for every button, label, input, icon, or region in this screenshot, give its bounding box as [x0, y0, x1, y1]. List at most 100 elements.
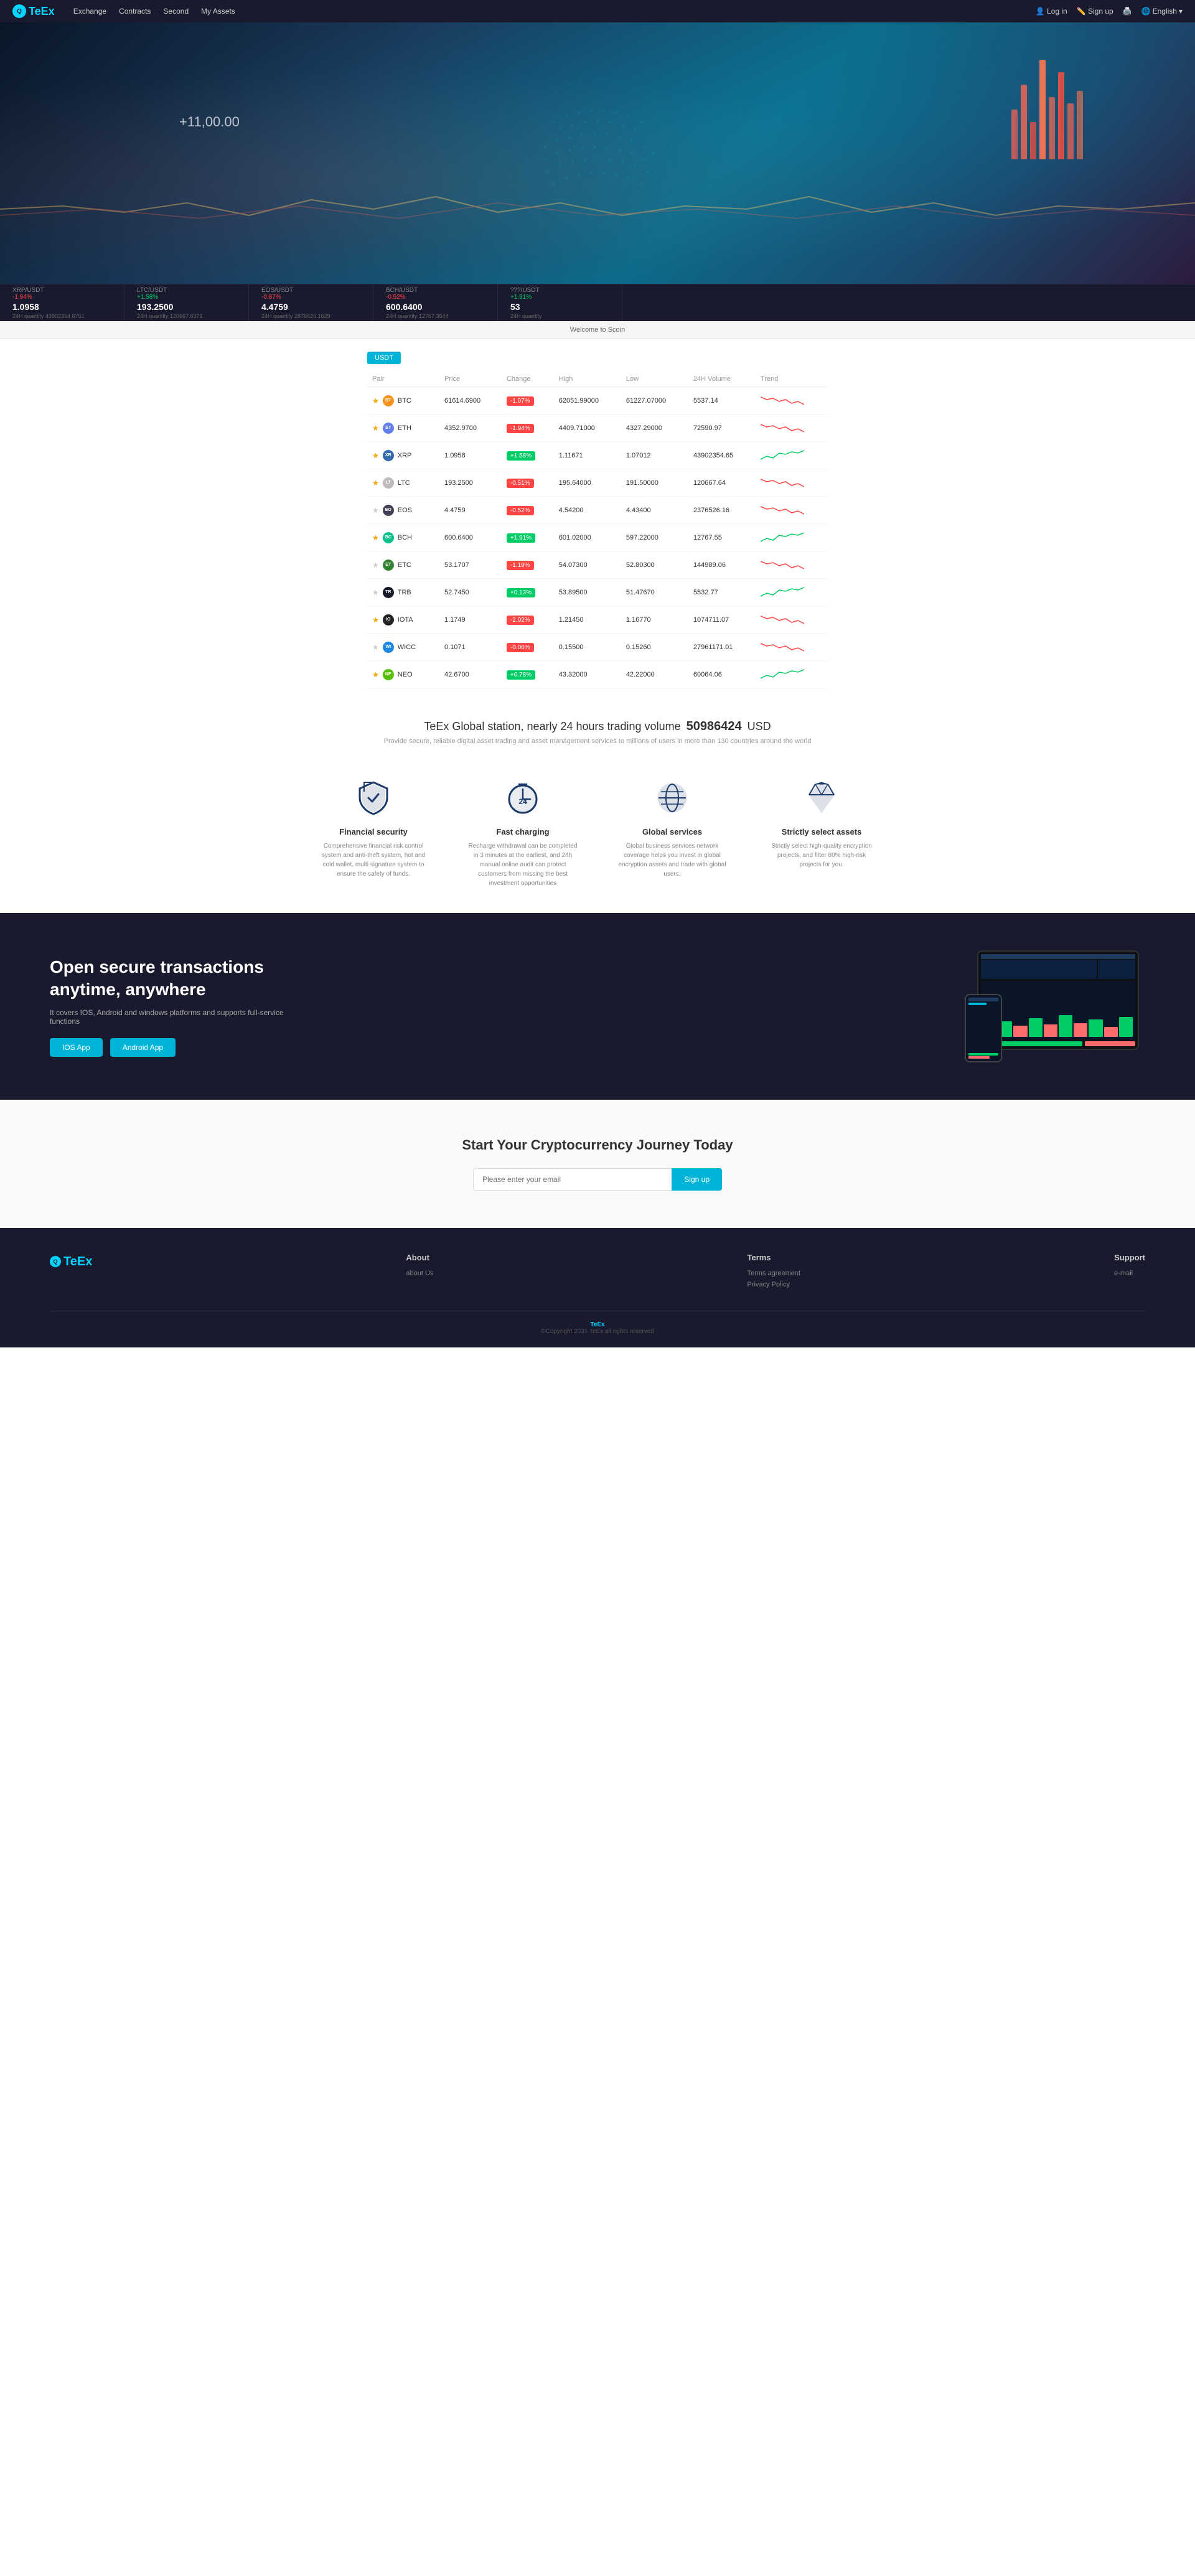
global-stats-text: TeEx Global station, nearly 24 hours tra…	[12, 719, 1183, 734]
logo-text: TeEx	[29, 5, 55, 18]
table-row[interactable]: ★ XR XRP 1.0958 +1.58% 1.11671 1.07012 4…	[367, 442, 828, 469]
language-selector[interactable]: 🌐 English ▾	[1141, 7, 1183, 16]
star-8[interactable]: ★	[372, 616, 379, 624]
cell-pair-3: ★ LT LTC	[367, 469, 439, 497]
table-row[interactable]: ★ BT BTC 61614.6900 -1.07% 62051.99000 6…	[367, 387, 828, 415]
ticker-change-3: -0.52%	[386, 294, 485, 301]
android-app-button[interactable]: Android App	[110, 1038, 176, 1057]
footer-icon: Q	[50, 1256, 61, 1267]
navbar: Q TeEx Exchange Contracts Second My Asse…	[0, 0, 1195, 22]
cell-price-7: 52.7450	[439, 579, 502, 606]
star-1[interactable]: ★	[372, 424, 379, 433]
footer-terms-title: Terms	[747, 1253, 800, 1262]
cell-change-3: -0.51%	[502, 469, 554, 497]
ticker-item-0[interactable]: XRP/USDT -1.94% 1.0958 24H quantity 4390…	[0, 284, 124, 321]
cta-subtitle: It covers IOS, Android and windows platf…	[50, 1008, 299, 1026]
table-row[interactable]: ★ ET ETC 53.1707 -1.19% 54.07300 52.8030…	[367, 551, 828, 579]
feature-title-3: Strictly select assets	[766, 827, 878, 836]
screen-inner	[978, 952, 1138, 1049]
price-ticker: XRP/USDT -1.94% 1.0958 24H quantity 4390…	[0, 284, 1195, 321]
table-row[interactable]: ★ LT LTC 193.2500 -0.51% 195.64000 191.5…	[367, 469, 828, 497]
footer-terms-agreement-link[interactable]: Terms agreement	[747, 1270, 800, 1277]
ticker-item-1[interactable]: LTC/USDT +1.58% 193.2500 24H quantity 12…	[124, 284, 249, 321]
cell-high-8: 1.21450	[554, 606, 621, 634]
nav-exchange[interactable]: Exchange	[73, 7, 106, 16]
login-link[interactable]: 👤 Log in	[1036, 7, 1067, 16]
cell-price-1: 4352.9700	[439, 415, 502, 442]
star-0[interactable]: ★	[372, 396, 379, 405]
cell-trend-2	[756, 442, 828, 469]
cell-volume-10: 60064.06	[688, 661, 756, 688]
feature-icon-clock: 24	[501, 776, 545, 820]
feature-title-2: Global services	[616, 827, 728, 836]
nav-contracts[interactable]: Contracts	[119, 7, 151, 16]
cell-volume-2: 43902354.65	[688, 442, 756, 469]
cell-high-9: 0.15500	[554, 634, 621, 661]
star-9[interactable]: ★	[372, 643, 379, 652]
star-4[interactable]: ★	[372, 506, 379, 515]
cell-low-0: 61227.07000	[621, 387, 688, 415]
cell-trend-3	[756, 469, 828, 497]
cell-pair-2: ★ XR XRP	[367, 442, 439, 469]
star-2[interactable]: ★	[372, 451, 379, 460]
cell-volume-6: 144989.06	[688, 551, 756, 579]
table-row[interactable]: ★ ET ETH 4352.9700 -1.94% 4409.71000 432…	[367, 415, 828, 442]
signup-link[interactable]: ✏️ Sign up	[1077, 7, 1113, 16]
ticker-item-4[interactable]: ???/USDT +1.91% 53 24H quantity	[498, 284, 622, 321]
cell-price-4: 4.4759	[439, 497, 502, 524]
email-input[interactable]	[473, 1168, 672, 1191]
hero-price-tag: +11,00.00	[179, 114, 240, 130]
signup-button[interactable]: Sign up	[672, 1168, 722, 1191]
cell-low-7: 51.47670	[621, 579, 688, 606]
change-badge-2: +1.58%	[507, 451, 535, 461]
cell-change-7: +0.13%	[502, 579, 554, 606]
star-7[interactable]: ★	[372, 588, 379, 597]
market-section: USDT Pair Price Change High Low 24H Volu…	[361, 339, 834, 701]
footer-privacy-link[interactable]: Privacy Policy	[747, 1281, 800, 1288]
ticker-pair-4: ???/USDT	[510, 287, 609, 294]
print-link[interactable]: 🖨️	[1123, 7, 1132, 16]
coin-name-1: ETH	[398, 424, 411, 432]
star-3[interactable]: ★	[372, 479, 379, 487]
features-section: Financial security Comprehensive financi…	[0, 770, 1195, 913]
chevron-down-icon: ▾	[1179, 7, 1183, 16]
col-high: High	[554, 372, 621, 387]
star-10[interactable]: ★	[372, 670, 379, 679]
cell-change-5: +1.91%	[502, 524, 554, 551]
star-6[interactable]: ★	[372, 561, 379, 569]
footer-about-us-link[interactable]: about Us	[406, 1270, 433, 1277]
market-tab-usdt[interactable]: USDT	[367, 352, 401, 364]
coin-name-3: LTC	[398, 479, 410, 487]
coin-icon-6: ET	[383, 560, 394, 571]
logo[interactable]: Q TeEx	[12, 4, 55, 18]
cell-pair-6: ★ ET ETC	[367, 551, 439, 579]
table-row[interactable]: ★ IO IOTA 1.1749 -2.02% 1.21450 1.16770 …	[367, 606, 828, 634]
ios-app-button[interactable]: IOS App	[50, 1038, 103, 1057]
cell-pair-1: ★ ET ETH	[367, 415, 439, 442]
table-row[interactable]: ★ TR TRB 52.7450 +0.13% 53.89500 51.4767…	[367, 579, 828, 606]
signup-form: Sign up	[473, 1168, 722, 1191]
cell-trend-5	[756, 524, 828, 551]
ticker-item-3[interactable]: BCH/USDT -0.52% 600.6400 24H quantity 12…	[373, 284, 498, 321]
feature-desc-1: Recharge withdrawal can be completed in …	[467, 841, 579, 888]
trading-volume: 50986424	[687, 719, 742, 733]
ticker-item-2[interactable]: EOS/USDT -0.87% 4.4759 24H quantity 2876…	[249, 284, 373, 321]
coin-name-7: TRB	[398, 589, 411, 596]
footer-email-link[interactable]: e-mail	[1114, 1270, 1145, 1277]
global-stats-subtitle: Provide secure, reliable digital asset t…	[12, 738, 1183, 745]
cell-high-3: 195.64000	[554, 469, 621, 497]
cell-high-1: 4409.71000	[554, 415, 621, 442]
table-row[interactable]: ★ NE NEO 42.6700 +0.78% 43.32000 42.2200…	[367, 661, 828, 688]
table-row[interactable]: ★ EO EOS 4.4759 -0.52% 4.54200 4.43400 2…	[367, 497, 828, 524]
cell-volume-9: 27961171.01	[688, 634, 756, 661]
cell-trend-6	[756, 551, 828, 579]
cell-price-6: 53.1707	[439, 551, 502, 579]
footer-col-support: Support e-mail	[1114, 1253, 1145, 1292]
star-5[interactable]: ★	[372, 533, 379, 542]
nav-second[interactable]: Second	[163, 7, 189, 16]
nav-myassets[interactable]: My Assets	[201, 7, 235, 16]
table-row[interactable]: ★ WI WICC 0.1071 -0.06% 0.15500 0.15260 …	[367, 634, 828, 661]
cell-volume-7: 5532.77	[688, 579, 756, 606]
table-row[interactable]: ★ BC BCH 600.6400 +1.91% 601.02000 597.2…	[367, 524, 828, 551]
cell-change-9: -0.06%	[502, 634, 554, 661]
